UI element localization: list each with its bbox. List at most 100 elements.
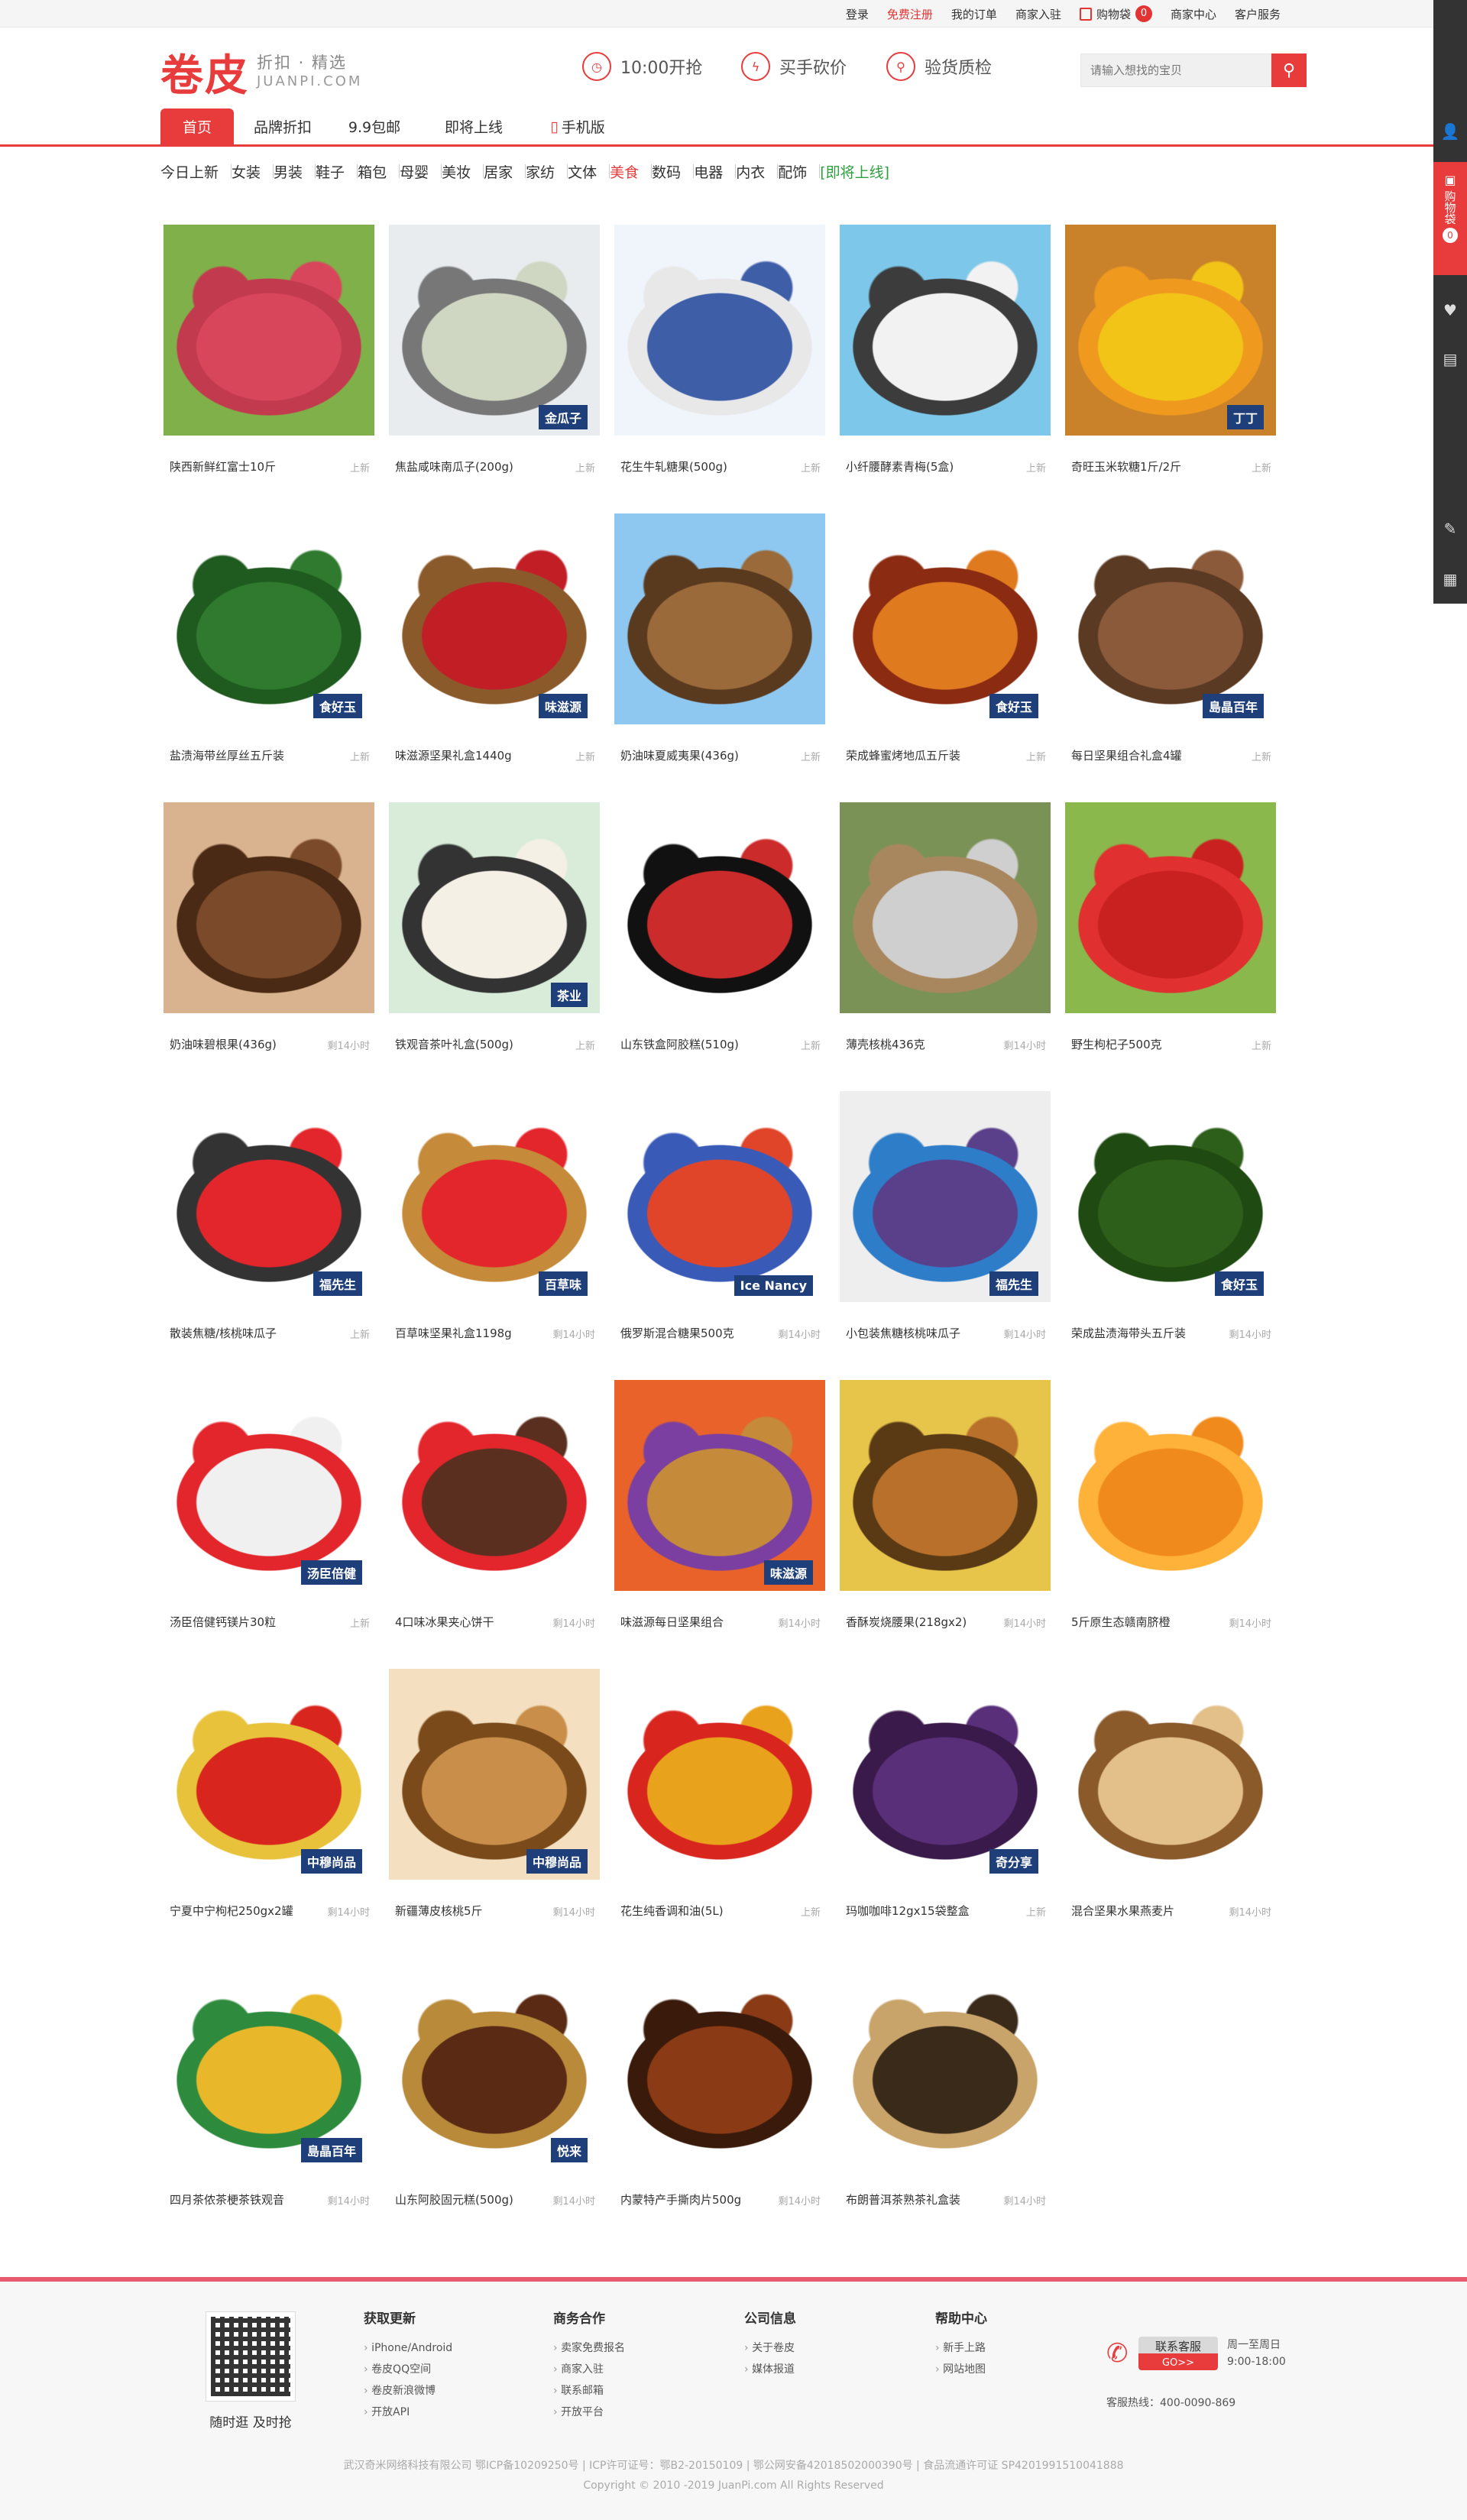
- product-title[interactable]: 盐渍海带丝厚丝五斤装: [170, 747, 322, 763]
- footer-link[interactable]: 媒体报道: [744, 2359, 912, 2380]
- product-image[interactable]: [614, 225, 825, 436]
- product-title[interactable]: 小包装焦糖核桃味瓜子: [846, 1325, 999, 1341]
- product-image[interactable]: 悦来: [389, 1958, 600, 2169]
- product-image[interactable]: 汤臣倍健: [164, 1380, 374, 1591]
- login-link[interactable]: 登录: [846, 6, 869, 22]
- product-card[interactable]: 山东铁盒阿胶糕(510g) 上新: [614, 802, 825, 1062]
- category-link[interactable]: 文体: [568, 161, 597, 182]
- coupon-icon[interactable]: ▤: [1433, 342, 1467, 376]
- nav-coming-soon[interactable]: 即将上线: [436, 109, 512, 144]
- search-button[interactable]: ⚲: [1271, 53, 1307, 87]
- user-icon[interactable]: 👤: [1433, 115, 1467, 148]
- product-image[interactable]: 茶业: [389, 802, 600, 1013]
- product-card[interactable]: 4口味冰果夹心饼干 剩14小时: [389, 1380, 600, 1640]
- product-title[interactable]: 内蒙特产手撕肉片500g: [620, 2191, 773, 2207]
- product-title[interactable]: 每日坚果组合礼盒4罐: [1071, 747, 1224, 763]
- product-image[interactable]: 福先生: [164, 1091, 374, 1302]
- product-title[interactable]: 小纤腰酵素青梅(5盒): [846, 458, 999, 475]
- product-card[interactable]: 食好玉 荣成盐渍海带头五斤装 剩14小时: [1065, 1091, 1276, 1351]
- product-card[interactable]: 奶油味碧根果(436g) 剩14小时: [164, 802, 374, 1062]
- customer-service-link[interactable]: 客户服务: [1235, 6, 1281, 22]
- product-title[interactable]: 俄罗斯混合糖果500克: [620, 1325, 773, 1341]
- heart-icon[interactable]: ♥: [1433, 293, 1467, 327]
- footer-link[interactable]: 开放API: [364, 2402, 532, 2423]
- product-image[interactable]: 味滋源: [614, 1380, 825, 1591]
- product-card[interactable]: 陕西新鲜红富士10斤 上新: [164, 225, 374, 484]
- product-title[interactable]: 荣成盐渍海带头五斤装: [1071, 1325, 1224, 1341]
- product-image[interactable]: [840, 225, 1051, 436]
- product-image[interactable]: [164, 802, 374, 1013]
- product-card[interactable]: 花生牛轧糖果(500g) 上新: [614, 225, 825, 484]
- product-card[interactable]: 味滋源 味滋源坚果礼盒1440g 上新: [389, 513, 600, 773]
- product-image[interactable]: [614, 1669, 825, 1880]
- footer-link[interactable]: 开放平台: [553, 2402, 721, 2423]
- product-image[interactable]: 金瓜子: [389, 225, 600, 436]
- shopping-bag-link[interactable]: 购物袋 0: [1079, 5, 1152, 22]
- product-card[interactable]: 島晶百年 四月茶侬茶梗茶铁观音 剩14小时: [164, 1958, 374, 2217]
- product-image[interactable]: [389, 1380, 600, 1591]
- product-card[interactable]: 奇分享 玛咖咖啡12gx15袋整盒 上新: [840, 1669, 1051, 1929]
- product-image[interactable]: [840, 802, 1051, 1013]
- product-card[interactable]: 花生纯香调和油(5L) 上新: [614, 1669, 825, 1929]
- product-title[interactable]: 玛咖咖啡12gx15袋整盒: [846, 1903, 999, 1919]
- product-image[interactable]: 奇分享: [840, 1669, 1051, 1880]
- product-card[interactable]: 茶业 铁观音茶叶礼盒(500g) 上新: [389, 802, 600, 1062]
- product-image[interactable]: 食好玉: [840, 513, 1051, 724]
- product-title[interactable]: 宁夏中宁枸杞250gx2罐: [170, 1903, 322, 1919]
- product-image[interactable]: [1065, 802, 1276, 1013]
- product-title[interactable]: 花生纯香调和油(5L): [620, 1903, 773, 1919]
- category-link[interactable]: 美妆: [442, 161, 471, 182]
- product-title[interactable]: 味滋源每日坚果组合: [620, 1614, 773, 1630]
- category-link[interactable]: 鞋子: [316, 161, 345, 182]
- product-card[interactable]: 内蒙特产手撕肉片500g 剩14小时: [614, 1958, 825, 2217]
- product-card[interactable]: 野生枸杞子500克 上新: [1065, 802, 1276, 1062]
- nav-brand-discount[interactable]: 品牌折扣: [244, 109, 321, 144]
- product-title[interactable]: 铁观音茶叶礼盒(500g): [395, 1036, 548, 1052]
- product-card[interactable]: 金瓜子 焦盐咸味南瓜子(200g) 上新: [389, 225, 600, 484]
- product-card[interactable]: 混合坚果水果燕麦片 剩14小时: [1065, 1669, 1276, 1929]
- product-card[interactable]: 食好玉 荣成蜂蜜烤地瓜五斤装 上新: [840, 513, 1051, 773]
- product-card[interactable]: 中穆尚品 宁夏中宁枸杞250gx2罐 剩14小时: [164, 1669, 374, 1929]
- footer-link[interactable]: 卷皮新浪微博: [364, 2380, 532, 2402]
- my-orders-link[interactable]: 我的订单: [951, 6, 997, 22]
- product-title[interactable]: 焦盐咸味南瓜子(200g): [395, 458, 548, 475]
- nav-free-shipping[interactable]: 9.9包邮: [336, 109, 413, 144]
- product-card[interactable]: 福先生 小包装焦糖核桃味瓜子 剩14小时: [840, 1091, 1051, 1351]
- product-card[interactable]: 丁丁 奇旺玉米软糖1斤/2斤 上新: [1065, 225, 1276, 484]
- nav-mobile[interactable]: ▯ 手机版: [539, 109, 616, 144]
- product-card[interactable]: 百草味 百草味坚果礼盒1198g 剩14小时: [389, 1091, 600, 1351]
- category-link[interactable]: 男装: [274, 161, 303, 182]
- footer-link[interactable]: 新手上路: [935, 2337, 1103, 2359]
- product-card[interactable]: 悦来 山东阿胶固元糕(500g) 剩14小时: [389, 1958, 600, 2217]
- category-link[interactable]: 今日上新: [160, 161, 219, 182]
- product-title[interactable]: 新疆薄皮核桃5斤: [395, 1903, 548, 1919]
- product-image[interactable]: [614, 1958, 825, 2169]
- category-link[interactable]: 家纺: [526, 161, 555, 182]
- product-title[interactable]: 5斤原生态赣南脐橙: [1071, 1614, 1224, 1630]
- product-title[interactable]: 荣成蜂蜜烤地瓜五斤装: [846, 747, 999, 763]
- footer-link[interactable]: 网站地图: [935, 2359, 1103, 2380]
- nav-home[interactable]: 首页: [160, 109, 234, 144]
- product-image[interactable]: 島晶百年: [1065, 513, 1276, 724]
- category-link[interactable]: 女装: [232, 161, 261, 182]
- category-link[interactable]: 箱包: [358, 161, 387, 182]
- qr-icon[interactable]: ▦: [1433, 562, 1467, 596]
- product-image[interactable]: [840, 1380, 1051, 1591]
- product-card[interactable]: 汤臣倍健 汤臣倍健钙镁片30粒 上新: [164, 1380, 374, 1640]
- product-card[interactable]: 5斤原生态赣南脐橙 剩14小时: [1065, 1380, 1276, 1640]
- product-title[interactable]: 野生枸杞子500克: [1071, 1036, 1224, 1052]
- product-title[interactable]: 味滋源坚果礼盒1440g: [395, 747, 548, 763]
- product-card[interactable]: Ice Nancy 俄罗斯混合糖果500克 剩14小时: [614, 1091, 825, 1351]
- category-link[interactable]: 居家: [484, 161, 513, 182]
- product-image[interactable]: 中穆尚品: [389, 1669, 600, 1880]
- product-title[interactable]: 4口味冰果夹心饼干: [395, 1614, 548, 1630]
- product-image[interactable]: [1065, 1380, 1276, 1591]
- category-link[interactable]: [即将上线]: [820, 161, 889, 182]
- footer-link[interactable]: iPhone/Android: [364, 2337, 532, 2359]
- category-link[interactable]: 电器: [694, 161, 723, 182]
- product-title[interactable]: 奶油味夏威夷果(436g): [620, 747, 773, 763]
- product-image[interactable]: [840, 1958, 1051, 2169]
- footer-link[interactable]: 商家入驻: [553, 2359, 721, 2380]
- footer-link[interactable]: 联系邮箱: [553, 2380, 721, 2402]
- product-image[interactable]: [614, 513, 825, 724]
